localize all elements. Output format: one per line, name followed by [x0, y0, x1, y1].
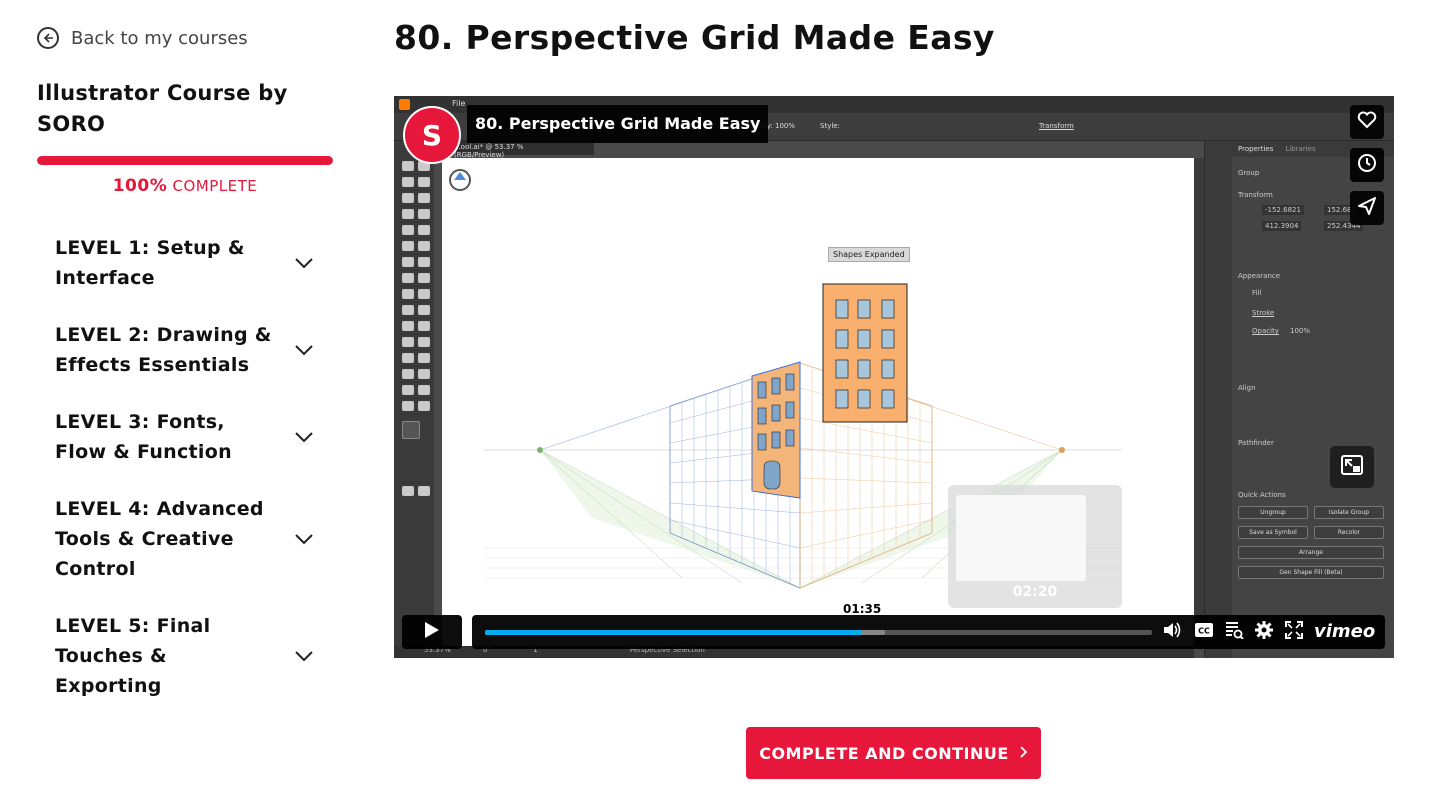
chevron-down-icon [293, 645, 315, 667]
btn-gen-shape-fill: Gen Shape Fill (Beta) [1238, 566, 1384, 579]
label-appearance: Appearance [1238, 272, 1281, 280]
tooltip-shapes-expanded: Shapes Expanded [828, 247, 910, 262]
pip-icon [1340, 454, 1364, 480]
play-button[interactable] [402, 615, 462, 649]
back-label: Back to my courses [71, 27, 248, 49]
level-list: LEVEL 1: Setup & Interface LEVEL 2: Draw… [55, 233, 325, 701]
cta-label: COMPLETE AND CONTINUE [759, 743, 1009, 763]
level-label: LEVEL 2: Drawing & Effects Essentials [55, 324, 272, 376]
label-fill: Fill [1252, 289, 1262, 297]
heart-icon [1357, 111, 1377, 133]
preview-time: 02:20 [1012, 584, 1058, 600]
y-value: 412.3904 [1262, 221, 1302, 231]
like-button[interactable] [1350, 105, 1384, 139]
watch-later-button[interactable] [1350, 148, 1384, 182]
level-label: LEVEL 4: Advanced Tools & Creative Contr… [55, 498, 264, 580]
send-icon [1357, 196, 1377, 220]
level-label: LEVEL 1: Setup & Interface [55, 237, 245, 289]
btn-isolate-group: Isolate Group [1314, 506, 1384, 519]
x-value: -152.6821 [1262, 205, 1304, 215]
btn-arrange: Arrange [1238, 546, 1384, 559]
progress-label: 100% COMPLETE [37, 176, 333, 196]
player-controls-bar: CC vimeo [472, 615, 1385, 649]
chevron-right-icon [1019, 744, 1028, 763]
course-progress-fill [37, 156, 333, 165]
level-label: LEVEL 3: Fonts, Flow & Function [55, 411, 232, 463]
lesson-title: 80. Perspective Grid Made Easy [394, 18, 995, 57]
chevron-down-icon [293, 339, 315, 361]
chevron-down-icon [293, 426, 315, 448]
label-stroke: Stroke [1252, 309, 1275, 317]
svg-text:CC: CC [1198, 627, 1210, 636]
clock-icon [1357, 153, 1377, 177]
progress-scrubber[interactable] [485, 630, 1152, 635]
play-icon [424, 621, 440, 643]
picture-in-picture-button[interactable] [1330, 446, 1374, 488]
volume-icon [1162, 621, 1182, 643]
video-title-overlay[interactable]: 80. Perspective Grid Made Easy [467, 105, 769, 143]
level-item-1[interactable]: LEVEL 1: Setup & Interface [55, 233, 325, 293]
menu-file: File [452, 99, 466, 108]
label-align: Align [1238, 384, 1256, 392]
played-bar [485, 630, 862, 635]
volume-button[interactable] [1162, 621, 1182, 643]
level-item-4[interactable]: LEVEL 4: Advanced Tools & Creative Contr… [55, 494, 325, 584]
fullscreen-button[interactable] [1284, 621, 1304, 643]
scrub-preview-thumbnail: 02:20 [948, 485, 1122, 608]
level-item-3[interactable]: LEVEL 3: Fonts, Flow & Function [55, 407, 325, 467]
settings-icon [1254, 620, 1274, 644]
tab-properties: Properties [1238, 145, 1274, 153]
arrow-left-icon [37, 27, 59, 49]
illustrator-logo-icon [399, 99, 410, 110]
chevron-down-icon [293, 252, 315, 274]
option-style: Style: [820, 122, 840, 130]
tools-panel [394, 141, 434, 658]
btn-recolor: Recolor [1314, 526, 1384, 539]
soro-logo-icon: S [421, 118, 443, 152]
level-label: LEVEL 5: Final Touches & Exporting [55, 615, 211, 697]
level-item-2[interactable]: LEVEL 2: Drawing & Effects Essentials [55, 320, 325, 380]
vimeo-logo-link[interactable]: vimeo [1314, 621, 1375, 642]
video-player[interactable]: File Opacity: 100% Style: Transform ...o… [394, 96, 1394, 658]
canvas-scrollbar [1194, 158, 1204, 646]
chevron-down-icon [293, 528, 315, 550]
progress-word: COMPLETE [172, 177, 258, 195]
btn-save-symbol: Save as Symbol [1238, 526, 1308, 539]
progress-percent: 100% [112, 176, 168, 196]
option-transform: Transform [1039, 122, 1074, 130]
complete-and-continue-button[interactable]: COMPLETE AND CONTINUE [746, 727, 1041, 779]
label-transform: Transform [1238, 191, 1273, 199]
course-progress-bar [37, 156, 333, 165]
level-item-5[interactable]: LEVEL 5: Final Touches & Exporting [55, 611, 325, 701]
soro-logo-badge: S [403, 106, 461, 164]
label-quick-actions: Quick Actions [1238, 491, 1286, 499]
label-group: Group [1238, 169, 1260, 177]
tab-libraries: Libraries [1285, 145, 1316, 153]
share-button[interactable] [1350, 191, 1384, 225]
btn-ungroup: Ungroup [1238, 506, 1308, 519]
panel-dock-icons [1204, 141, 1232, 658]
opacity-value: 100% [1290, 327, 1311, 335]
label-pathfinder: Pathfinder [1238, 439, 1274, 447]
label-opacity: Opacity [1252, 327, 1279, 335]
back-to-courses-link[interactable]: Back to my courses [37, 27, 248, 49]
fullscreen-icon [1285, 621, 1303, 643]
transcript-button[interactable] [1224, 621, 1244, 643]
settings-button[interactable] [1254, 620, 1274, 644]
chapters-icon [1224, 621, 1244, 643]
course-title: Illustrator Course by SORO [37, 81, 288, 136]
cc-icon: CC [1194, 622, 1214, 642]
captions-button[interactable]: CC [1194, 623, 1214, 641]
